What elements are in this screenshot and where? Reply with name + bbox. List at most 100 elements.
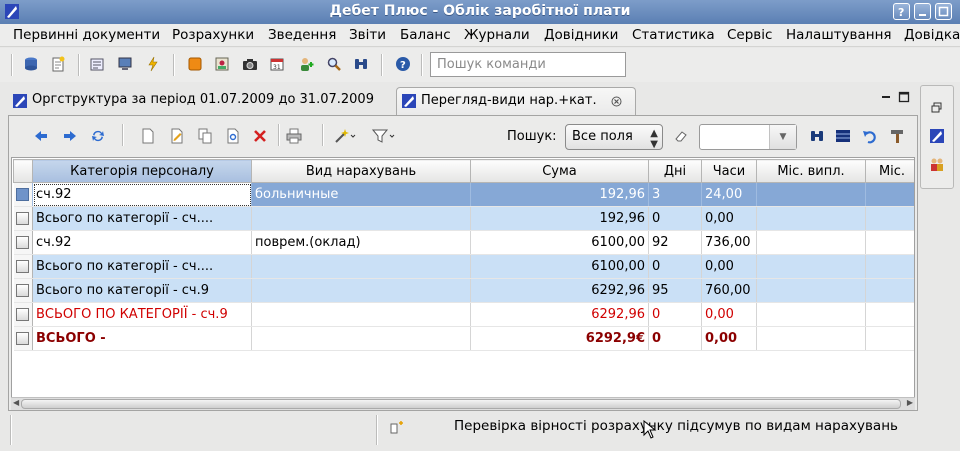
tab-view-kinds[interactable]: Перегляд-види нар.+кат. [396, 87, 636, 115]
contact-card-icon[interactable] [214, 56, 230, 72]
add-user-icon[interactable] [298, 56, 314, 72]
column-header-kind[interactable]: Вид нарахувань [251, 159, 471, 183]
delete-icon[interactable] [252, 128, 268, 144]
cell-sum[interactable]: 6292,96 [470, 302, 649, 327]
cell-pay-month[interactable] [756, 302, 866, 327]
magic-wand-icon[interactable] [334, 128, 356, 144]
print-icon[interactable] [286, 128, 302, 144]
cell-sum[interactable]: 6292,96 [470, 278, 649, 303]
table-row[interactable]: ВСЬОГО ПО КАТЕГОРІЇ - сч.9 6292,96 0 0,0… [13, 302, 914, 327]
cell-sum[interactable]: 6100,00 [470, 230, 649, 255]
tab-org-structure[interactable]: Оргструктура за період 01.07.2009 до 31.… [8, 87, 388, 115]
cell-hours[interactable]: 760,00 [701, 278, 757, 303]
table-row[interactable]: сч.92 поврем.(оклад) 6100,00 92 736,00 [13, 230, 914, 255]
filter-icon[interactable] [372, 128, 396, 144]
cell-month[interactable] [865, 326, 914, 351]
cell-pay-month[interactable] [756, 182, 866, 207]
new-document-icon[interactable] [50, 56, 66, 72]
cell-pay-month[interactable] [756, 230, 866, 255]
cell-days[interactable]: 95 [648, 278, 702, 303]
tools-icon[interactable] [889, 128, 905, 144]
scrollbar-thumb[interactable] [21, 399, 901, 409]
cell-category[interactable]: ВСЬОГО ПО КАТЕГОРІЇ - сч.9 [32, 302, 252, 327]
refresh-icon[interactable] [90, 128, 106, 144]
cell-days[interactable]: 0 [648, 206, 702, 231]
menu-summary[interactable]: Зведення [268, 27, 336, 43]
maximize-view-icon[interactable] [898, 91, 910, 103]
menu-journals[interactable]: Журнали [464, 27, 530, 43]
eraser-icon[interactable] [673, 128, 689, 144]
horizontal-scrollbar[interactable]: ◀ ▶ [11, 397, 915, 410]
close-icon[interactable] [611, 96, 622, 107]
cell-hours[interactable]: 736,00 [701, 230, 757, 255]
cell-kind[interactable] [251, 206, 471, 231]
cell-hours[interactable]: 24,00 [701, 182, 757, 207]
columns-icon[interactable] [835, 128, 851, 144]
row-indicator[interactable] [13, 254, 33, 279]
cell-month[interactable] [865, 206, 914, 231]
help-icon[interactable]: ? [395, 56, 411, 72]
maximize-button[interactable] [935, 3, 952, 20]
users-icon[interactable] [929, 156, 945, 172]
table-row[interactable]: сч.92 больничные 192,96 3 24,00 [13, 182, 914, 207]
column-header-sum[interactable]: Сума [470, 159, 649, 183]
cell-days[interactable]: 0 [648, 302, 702, 327]
data-grid[interactable]: Категорія персоналу Вид нарахувань Сума … [11, 157, 915, 403]
column-header-category[interactable]: Категорія персоналу [32, 159, 252, 183]
edit-record-icon[interactable] [169, 128, 185, 144]
table-row[interactable]: ВСЬОГО - 6292,9€ 0 0,00 [13, 326, 914, 351]
cell-kind[interactable] [251, 302, 471, 327]
cell-days[interactable]: 3 [648, 182, 702, 207]
new-record-icon[interactable] [140, 128, 156, 144]
search-scope-select[interactable]: Все поля ▲ ▼ [565, 124, 663, 150]
calendar-icon[interactable]: 31 [269, 56, 285, 72]
menu-service[interactable]: Сервіс [727, 27, 772, 43]
cell-pay-month[interactable] [756, 206, 866, 231]
column-header-month[interactable]: Міс. [865, 159, 914, 183]
cell-hours[interactable]: 0,00 [701, 326, 757, 351]
row-indicator[interactable] [13, 278, 33, 303]
cell-category[interactable]: Всього по категорії - сч.9 [32, 278, 252, 303]
cell-sum[interactable]: 6292,9€ [470, 326, 649, 351]
view-record-icon[interactable] [225, 128, 241, 144]
app-icon[interactable] [929, 128, 945, 144]
cell-category[interactable]: сч.92 [32, 182, 252, 207]
column-header-days[interactable]: Дні [648, 159, 702, 183]
column-header-pay-month[interactable]: Міс. випл. [756, 159, 866, 183]
menu-statistics[interactable]: Статистика [632, 27, 715, 43]
table-row[interactable]: Всього по категорії - сч.... 192,96 0 0,… [13, 206, 914, 231]
row-indicator[interactable] [13, 206, 33, 231]
minimize-view-icon[interactable] [880, 91, 892, 103]
database-icon[interactable] [23, 56, 39, 72]
scroll-right-icon[interactable]: ▶ [907, 398, 913, 407]
copy-record-icon[interactable] [197, 128, 213, 144]
binoculars-icon[interactable] [809, 128, 825, 144]
cell-pay-month[interactable] [756, 254, 866, 279]
row-indicator[interactable] [13, 182, 33, 207]
cell-pay-month[interactable] [756, 278, 866, 303]
report-icon[interactable] [89, 56, 105, 72]
menu-reports[interactable]: Звіти [349, 27, 386, 43]
cell-hours[interactable]: 0,00 [701, 302, 757, 327]
cell-category[interactable]: Всього по категорії - сч.... [32, 206, 252, 231]
cell-sum[interactable]: 192,96 [470, 206, 649, 231]
scroll-left-icon[interactable]: ◀ [13, 398, 19, 407]
column-header-hours[interactable]: Часи [701, 159, 757, 183]
cell-kind[interactable]: больничные [251, 182, 471, 207]
menu-settings[interactable]: Налаштування [786, 27, 892, 43]
cell-sum[interactable]: 6100,00 [470, 254, 649, 279]
menu-calculations[interactable]: Розрахунки [172, 27, 254, 43]
camera-icon[interactable] [242, 56, 258, 72]
row-indicator[interactable] [13, 302, 33, 327]
table-row[interactable]: Всього по категорії - сч.9 6292,96 95 76… [13, 278, 914, 303]
table-row[interactable]: Всього по категорії - сч.... 6100,00 0 0… [13, 254, 914, 279]
chevron-down-icon[interactable]: ▼ [769, 125, 796, 149]
cell-kind[interactable] [251, 326, 471, 351]
cell-kind[interactable] [251, 278, 471, 303]
binoculars-icon[interactable] [353, 56, 369, 72]
cell-days[interactable]: 0 [648, 254, 702, 279]
menu-primary-docs[interactable]: Первинні документи [13, 27, 160, 43]
help-window-button[interactable]: ? [893, 3, 910, 20]
command-search-input[interactable]: Пошук команди [430, 52, 626, 77]
cell-month[interactable] [865, 182, 914, 207]
